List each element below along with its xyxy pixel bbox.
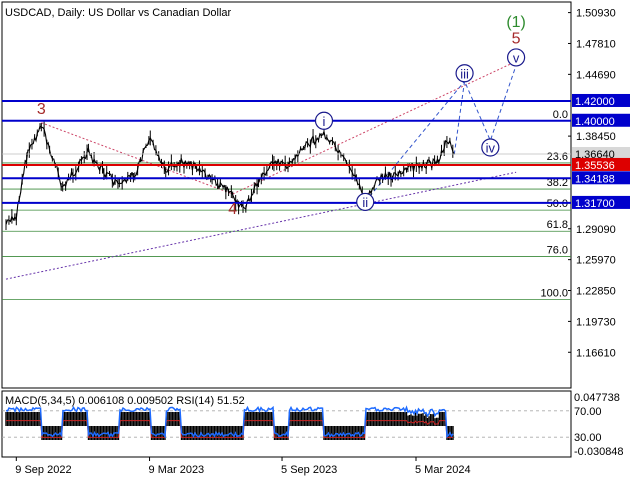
indicator-label: MACD(5,34,5) 0.006108 0.009502 RSI(14) 5… [5,395,245,407]
price-tick-label: 1.29090 [576,224,616,236]
price-tick-label: 1.44690 [576,69,616,81]
key-level-label: 1.42000 [575,96,615,108]
date-tick-label: 5 Sep 2023 [281,464,337,476]
wave-label: 4 [228,201,237,218]
price-tick-label: 1.25970 [576,255,616,267]
chart-title: USDCAD, Daily: US Dollar vs Canadian Dol… [5,7,232,19]
wave-label: v [513,50,520,65]
fib-level-label: 50.0 [547,198,568,210]
key-level-label: 1.40000 [575,116,615,128]
wave-label-layer: (1)534iiiiiiivv [37,14,526,218]
wave-label: i [323,114,326,129]
date-tick-label: 5 Mar 2024 [415,464,471,476]
channel-trendline [232,60,517,195]
wave-label: (1) [506,14,526,31]
price-tick-label: 1.47810 [576,38,616,50]
fib-level-label: 100.0 [540,288,568,300]
wave-label: 5 [512,31,521,48]
price-panel-frame [1,1,572,389]
fib-level-label: 76.0 [547,245,568,257]
rsi-scale-label: 70.00 [574,406,602,418]
key-level-label: 1.31700 [575,198,615,210]
wave-label: iii [460,66,469,81]
key-level-label: 1.35536 [575,160,615,172]
usdcad-chart: 0.023.638.250.061.876.0100.0 1.420001.40… [1,1,630,476]
trendline-layer [5,60,517,280]
price-tick-label: 1.22850 [576,286,616,298]
wave-label: ii [362,195,368,210]
grid-layer [1,1,572,458]
fib-level-label: 0.0 [553,109,568,121]
price-tick-label: 1.19730 [576,316,616,328]
wave-label: iv [486,140,496,155]
level-layer: 1.420001.400001.366401.355361.341881.317… [2,93,630,210]
chart-root: 0.0 23.6 38.2 50.0 61.8 76.0 100.0 1.42000 1.40… [0,0,640,480]
macd-scale-label: -0.030848 [574,446,624,458]
resistance-trendline [41,122,233,195]
fib-level-label: 23.6 [547,151,568,163]
wave-label: 3 [37,101,46,118]
price-tick-label: 1.50930 [576,8,616,20]
price-tick-label: 1.16610 [576,347,616,359]
date-tick-label: 9 Mar 2023 [149,464,205,476]
fibonacci-layer: 0.023.638.250.061.876.0100.0 [2,109,571,300]
fib-level-label: 61.8 [547,219,568,231]
date-tick-label: 9 Sep 2022 [15,464,71,476]
support-trendline [5,171,517,280]
macd-scale-label: 0.047738 [574,392,620,404]
key-level-label: 1.34188 [575,173,615,185]
rsi-scale-label: 30.00 [574,432,602,444]
price-tick-label: 1.38450 [576,131,616,143]
